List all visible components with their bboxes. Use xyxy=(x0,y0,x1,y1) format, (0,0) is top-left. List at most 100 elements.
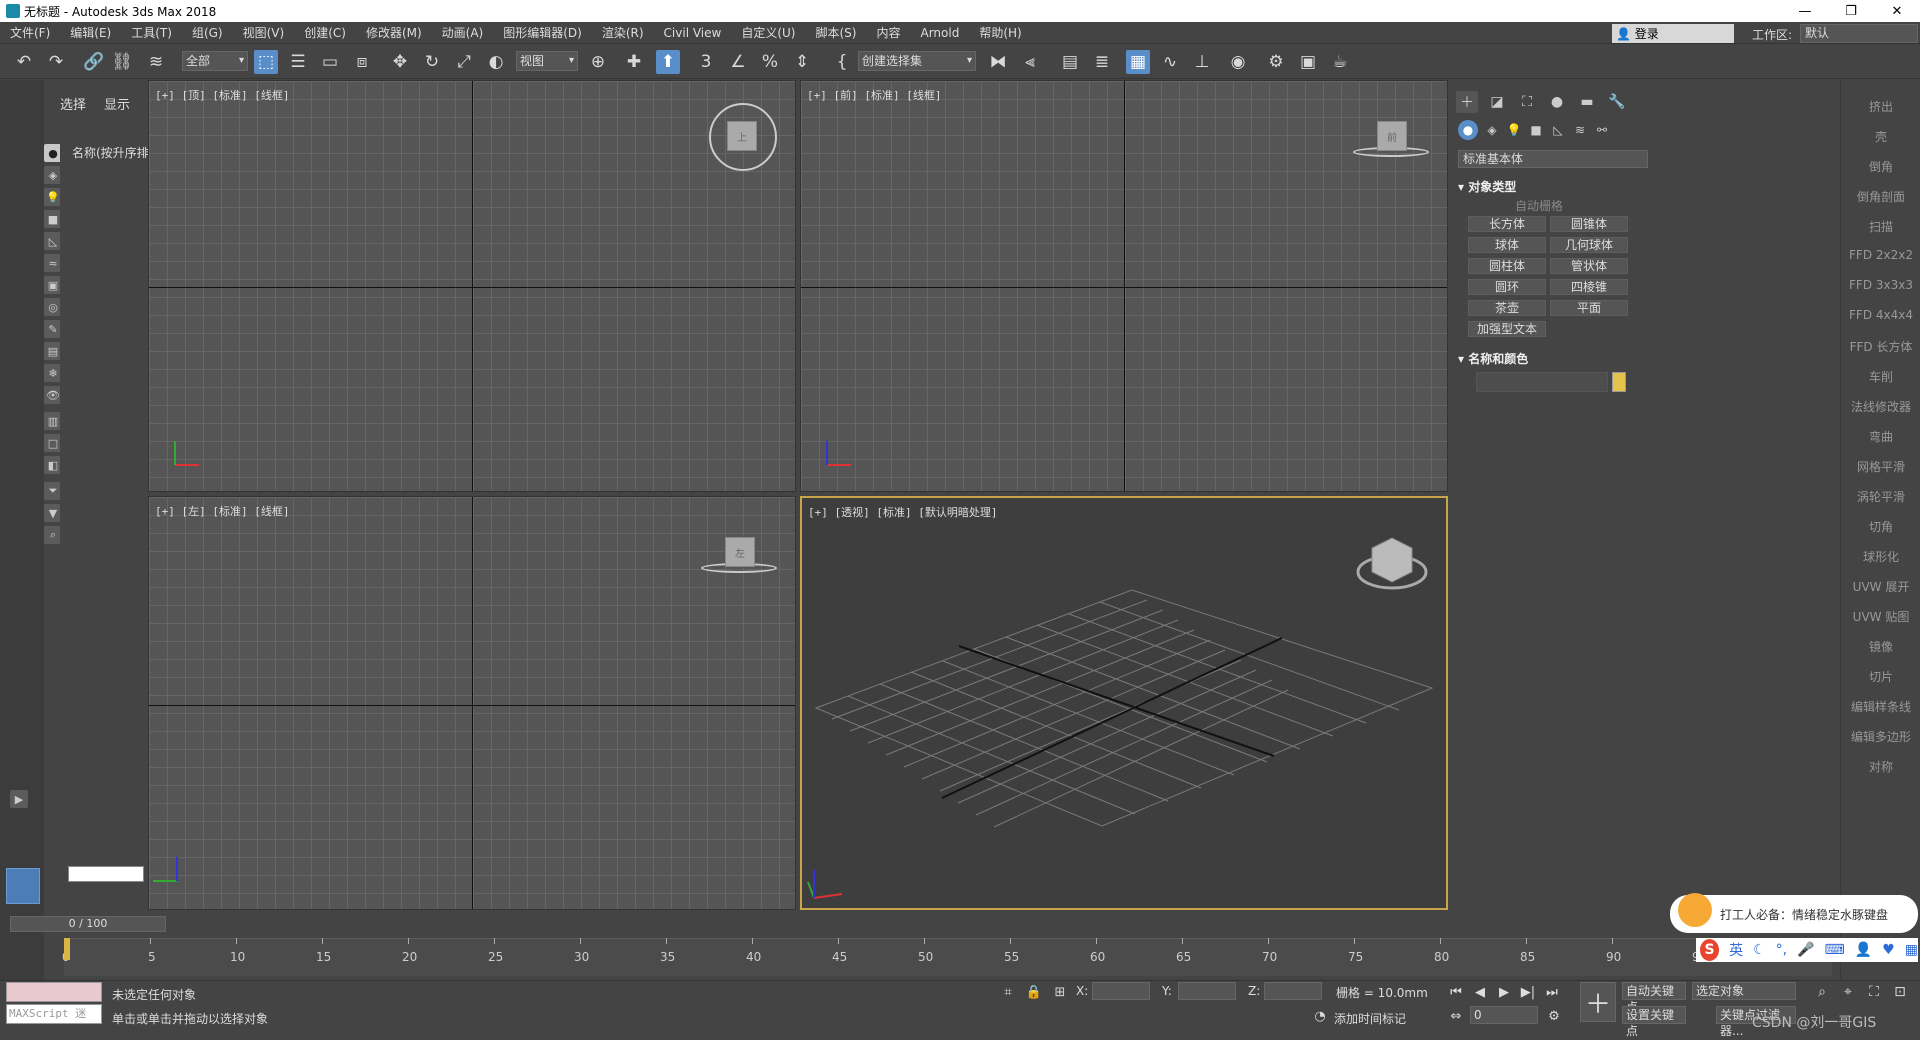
time-slider[interactable]: 0 / 100 xyxy=(10,916,166,932)
viewport-top[interactable]: [+] [顶] [标准] [线框] 上 xyxy=(148,80,796,492)
modifier-item[interactable]: 挤出 xyxy=(1841,98,1920,115)
viewport-label-left[interactable]: [+] [左] [标准] [线框] xyxy=(155,503,289,519)
selection-filter-select[interactable]: 全部 xyxy=(182,51,248,71)
material-editor-icon[interactable]: ◉ xyxy=(1226,50,1250,74)
maximize-button[interactable]: ❐ xyxy=(1828,0,1874,22)
menu-arnold[interactable]: Arnold xyxy=(910,26,969,40)
viewport-perspective[interactable]: [+] [透视] [标准] [默认明暗处理] xyxy=(800,496,1448,910)
lock-selection-icon[interactable]: 🔒 xyxy=(1022,980,1046,1004)
modifier-item[interactable]: 弯曲 xyxy=(1841,428,1920,445)
select-object-icon[interactable]: ⬚ xyxy=(254,50,278,74)
time-tag-icon[interactable]: ◔ xyxy=(1308,1004,1332,1028)
modifier-item[interactable]: FFD 3x3x3 xyxy=(1841,278,1920,292)
menu-graph-editors[interactable]: 图形编辑器(D) xyxy=(493,24,592,41)
menu-modifiers[interactable]: 修改器(M) xyxy=(356,24,432,41)
skin-icon[interactable]: ♥ xyxy=(1882,942,1895,958)
rendered-frame-window-icon[interactable]: ▣ xyxy=(1296,50,1320,74)
modifier-item[interactable]: 镜像 xyxy=(1841,638,1920,655)
modifier-item[interactable]: 涡轮平滑 xyxy=(1841,488,1920,505)
curve-editor-icon[interactable]: ∿ xyxy=(1158,50,1182,74)
ime-toolbar[interactable]: S 英 ☾ °, 🎤 ⌨ 👤 ♥ ▦ xyxy=(1696,938,1918,962)
layer-explorer-icon[interactable]: ≣ xyxy=(1090,50,1114,74)
zoom-extents-all-icon[interactable]: ⊡ xyxy=(1888,980,1912,1004)
tube-button[interactable]: 管状体 xyxy=(1550,258,1628,274)
modifier-item[interactable]: 网格平滑 xyxy=(1841,458,1920,475)
previous-frame-icon[interactable]: ◀ xyxy=(1470,982,1490,1002)
viewport-label-top[interactable]: [+] [顶] [标准] [线框] xyxy=(155,87,289,103)
viewport-label-perspective[interactable]: [+] [透视] [标准] [默认明暗处理] xyxy=(808,504,997,520)
z-coordinate-input[interactable] xyxy=(1264,982,1322,1000)
create-tab-icon[interactable]: ＋ xyxy=(1456,91,1478,113)
absolute-mode-icon[interactable]: ⊞ xyxy=(1048,980,1072,1004)
zoom-all-icon[interactable]: ⌖ xyxy=(1836,980,1860,1004)
menu-content[interactable]: 内容 xyxy=(866,24,910,41)
align-icon[interactable]: ⫷ xyxy=(1018,50,1042,74)
modifier-item[interactable]: 对称 xyxy=(1841,758,1920,775)
select-manipulate-icon[interactable]: ✚ xyxy=(622,50,646,74)
key-mode-icon[interactable]: ⇔ xyxy=(1446,1006,1466,1026)
next-frame-icon[interactable]: ▶| xyxy=(1518,982,1538,1002)
object-color-swatch[interactable] xyxy=(1612,372,1626,392)
angle-snap-icon[interactable]: ∠ xyxy=(726,50,750,74)
systems-icon[interactable]: ⚯ xyxy=(1592,120,1612,140)
spinner-snap-icon[interactable]: ⇕ xyxy=(790,50,814,74)
display-tab-icon[interactable]: ▬ xyxy=(1576,91,1598,113)
microphone-icon[interactable]: 🎤 xyxy=(1797,942,1814,958)
menu-civil-view[interactable]: Civil View xyxy=(654,26,732,40)
play-icon[interactable]: ▶ xyxy=(1494,982,1514,1002)
menu-group[interactable]: 组(G) xyxy=(182,24,233,41)
moon-icon[interactable]: ☾ xyxy=(1753,942,1766,958)
scene-explorer-icon[interactable]: ▤ xyxy=(1058,50,1082,74)
modifier-item[interactable]: FFD 长方体 xyxy=(1841,338,1920,355)
helpers-icon[interactable]: ◺ xyxy=(1548,120,1568,140)
edit-named-selection-icon[interactable]: { xyxy=(830,50,854,74)
viewport-label-front[interactable]: [+] [前] [标准] [线框] xyxy=(807,87,941,103)
shapes-icon[interactable]: ◈ xyxy=(1482,120,1502,140)
lights-icon[interactable]: 💡 xyxy=(1504,120,1524,140)
select-by-name-icon[interactable]: ☰ xyxy=(286,50,310,74)
menu-animation[interactable]: 动画(A) xyxy=(432,24,494,41)
modifier-item[interactable]: 车削 xyxy=(1841,368,1920,385)
zoom-extents-icon[interactable]: ⛶ xyxy=(1862,980,1886,1004)
name-column-header[interactable]: 名称(按升序排 xyxy=(72,144,148,161)
percent-snap-icon[interactable]: % xyxy=(758,50,782,74)
workspace-select[interactable]: 默认 xyxy=(1800,24,1918,43)
motion-tab-icon[interactable]: ● xyxy=(1546,91,1568,113)
go-to-end-icon[interactable]: ⏭ xyxy=(1542,982,1562,1002)
menu-file[interactable]: 文件(F) xyxy=(0,24,60,41)
user-icon[interactable]: 👤 xyxy=(1855,942,1872,958)
modifier-item[interactable]: 壳 xyxy=(1841,128,1920,145)
box-button[interactable]: 长方体 xyxy=(1468,216,1546,232)
viewport-front[interactable]: [+] [前] [标准] [线框] 前 xyxy=(800,80,1448,492)
undo-icon[interactable]: ↶ xyxy=(12,50,36,74)
go-to-start-icon[interactable]: ⏮ xyxy=(1446,982,1466,1002)
plane-button[interactable]: 平面 xyxy=(1550,300,1628,316)
login-dropdown[interactable]: 👤 登录 xyxy=(1612,24,1734,43)
modifier-item[interactable]: UVW 贴图 xyxy=(1841,608,1920,625)
menu-help[interactable]: 帮助(H) xyxy=(969,24,1031,41)
primitive-type-select[interactable]: 标准基本体 xyxy=(1458,150,1648,168)
placement-icon[interactable]: ◐ xyxy=(484,50,508,74)
cone-button[interactable]: 圆锥体 xyxy=(1550,216,1628,232)
modifier-item[interactable]: FFD 2x2x2 xyxy=(1841,248,1920,262)
set-key-icon[interactable]: ＋ xyxy=(1580,982,1616,1022)
modifier-item[interactable]: 切片 xyxy=(1841,668,1920,685)
close-button[interactable]: ✕ xyxy=(1874,0,1920,22)
auto-key-button[interactable]: 自动关键点 xyxy=(1622,982,1686,1014)
utilities-tab-icon[interactable]: 🔧 xyxy=(1606,91,1628,113)
modifier-item[interactable]: 扫描 xyxy=(1841,218,1920,235)
modifier-item[interactable]: 法线修改器 xyxy=(1841,398,1920,415)
zoom-icon[interactable]: ⌕ xyxy=(1810,980,1834,1004)
unlink-icon[interactable]: ⛓ xyxy=(110,50,134,74)
time-cursor[interactable] xyxy=(64,938,70,960)
window-crossing-icon[interactable]: ⧈ xyxy=(350,50,374,74)
viewport-layout-icon[interactable] xyxy=(6,868,40,904)
punctuation-icon[interactable]: °, xyxy=(1776,942,1787,958)
viewcube-left[interactable]: 左 xyxy=(725,537,755,567)
render-setup-icon[interactable]: ⚙ xyxy=(1264,50,1288,74)
set-key-button[interactable]: 设置关键点 xyxy=(1622,1006,1686,1038)
modifier-item[interactable]: 球形化 xyxy=(1841,548,1920,565)
current-frame-input[interactable]: 0 xyxy=(1470,1006,1538,1024)
ime-language-toggle[interactable]: 英 xyxy=(1729,940,1743,960)
hierarchy-tab-icon[interactable]: ⛶ xyxy=(1516,91,1538,113)
